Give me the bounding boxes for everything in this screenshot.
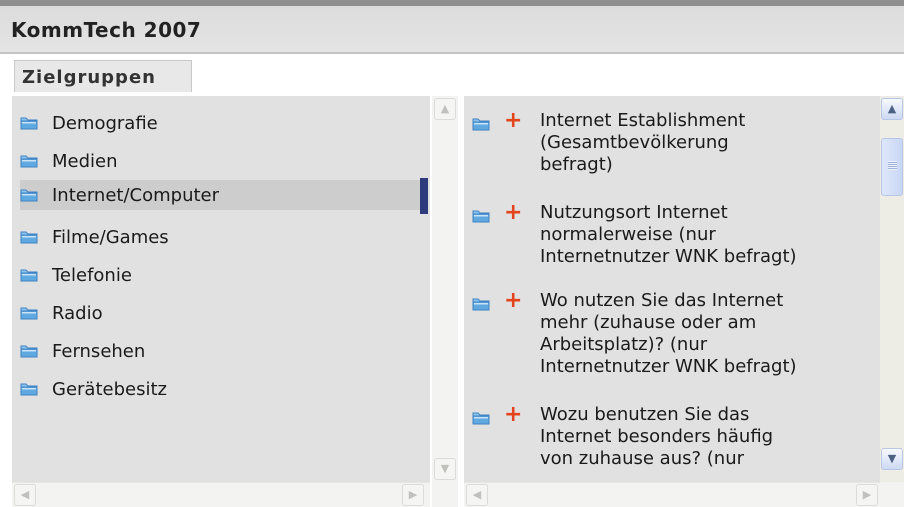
category-item[interactable]: Medien — [20, 146, 430, 176]
scroll-down-button[interactable]: ▼ — [434, 458, 456, 480]
category-label: Filme/Games — [52, 227, 169, 248]
question-list: + Internet Establishment (Gesamtbevölkerun… — [464, 96, 882, 482]
folder-icon — [20, 381, 38, 396]
scroll-left-button[interactable]: ◀ — [466, 484, 488, 506]
question-item[interactable]: + Wozu benutzen Sie das Internet besonders… — [472, 404, 882, 470]
category-item[interactable]: Radio — [20, 298, 430, 328]
question-list-horizontal-scrollbar[interactable]: ◀ ▶ — [464, 482, 882, 507]
category-list-horizontal-scrollbar[interactable]: ◀ ▶ — [12, 482, 430, 507]
scroll-up-button[interactable]: ▲ — [434, 98, 456, 120]
category-item[interactable]: Internet/Computer — [20, 180, 428, 210]
folder-icon — [20, 153, 38, 168]
category-item[interactable]: Telefonie — [20, 260, 430, 290]
question-text: Nutzungsort Internet normalerweise (nur In… — [540, 202, 797, 268]
tab-zielgruppen[interactable]: Zielgruppen — [14, 60, 192, 92]
question-text-line: Wo nutzen Sie das Internet — [540, 290, 784, 311]
question-text-line: von zuhause aus? (nur — [540, 448, 745, 469]
app-title: KommTech 2007 — [11, 18, 202, 42]
scroll-down-button[interactable]: ▼ — [881, 448, 903, 470]
scroll-thumb-grip — [888, 161, 897, 170]
question-text-line: Internet Establishment — [540, 110, 746, 131]
category-item[interactable]: Demografie — [20, 108, 430, 138]
question-list-vertical-scrollbar[interactable]: ▲ ▼ — [880, 96, 904, 482]
folder-icon — [472, 410, 490, 425]
question-text: Wozu benutzen Sie das Internet besonders … — [540, 404, 773, 470]
question-text-line: Internetnutzer WNK befragt) — [540, 356, 797, 377]
category-label: Medien — [52, 151, 118, 172]
scroll-left-button[interactable]: ◀ — [14, 484, 36, 506]
question-text: Wo nutzen Sie das Internet mehr (zuhause … — [540, 290, 797, 378]
folder-icon — [20, 305, 38, 320]
folder-icon — [472, 296, 490, 311]
category-list: Demografie Medien Internet/Computer Filme/G… — [12, 96, 430, 482]
scroll-up-button[interactable]: ▲ — [881, 98, 903, 120]
category-label: Demografie — [52, 113, 158, 134]
folder-icon — [20, 267, 38, 282]
folder-icon — [20, 229, 38, 244]
plus-icon[interactable]: + — [504, 404, 522, 426]
plus-icon[interactable]: + — [504, 202, 522, 224]
window-title-bar: KommTech 2007 — [0, 0, 904, 54]
category-item[interactable]: Filme/Games — [20, 222, 430, 252]
plus-icon[interactable]: + — [504, 290, 522, 312]
question-text-line: Nutzungsort Internet — [540, 202, 728, 223]
question-item[interactable]: + Internet Establishment (Gesamtbevölkerun… — [472, 110, 882, 176]
scrollbar-corner — [880, 482, 904, 507]
category-item[interactable]: Fernsehen — [20, 336, 430, 366]
question-text-line: befragt) — [540, 154, 613, 175]
question-text-line: mehr (zuhause oder am — [540, 312, 757, 333]
folder-icon — [472, 208, 490, 223]
folder-icon — [20, 187, 38, 202]
question-text-line: Arbeitsplatz)? (nur — [540, 334, 708, 355]
selection-marker — [420, 178, 428, 214]
question-text-line: (Gesamtbevölkerung — [540, 132, 729, 153]
category-label: Fernsehen — [52, 341, 146, 362]
scroll-right-button[interactable]: ▶ — [402, 484, 424, 506]
question-text-line: Wozu benutzen Sie das — [540, 404, 750, 425]
category-item[interactable]: Gerätebesitz — [20, 374, 430, 404]
question-item[interactable]: + Wo nutzen Sie das Internet mehr (zuhause… — [472, 290, 882, 378]
plus-icon[interactable]: + — [504, 110, 522, 132]
category-label: Radio — [52, 303, 103, 324]
scroll-thumb[interactable] — [881, 138, 903, 196]
category-label: Telefonie — [52, 265, 132, 286]
question-text: Internet Establishment (Gesamtbevölkerung… — [540, 110, 745, 176]
question-item[interactable]: + Nutzungsort Internet normalerweise (nur I… — [472, 202, 882, 268]
folder-icon — [20, 343, 38, 358]
folder-icon — [20, 115, 38, 130]
question-text-line: normalerweise (nur — [540, 224, 716, 245]
category-list-vertical-scrollbar[interactable]: ▲ ▼ — [432, 96, 458, 482]
category-label: Internet/Computer — [52, 185, 220, 206]
question-text-line: Internet besonders häufig — [540, 426, 774, 447]
tab-row: Zielgruppen — [0, 54, 904, 94]
folder-icon — [472, 116, 490, 131]
question-text-line: Internetnutzer WNK befragt) — [540, 246, 797, 267]
scrollbar-corner — [432, 482, 458, 507]
category-label: Gerätebesitz — [52, 379, 167, 400]
scroll-right-button[interactable]: ▶ — [856, 484, 878, 506]
